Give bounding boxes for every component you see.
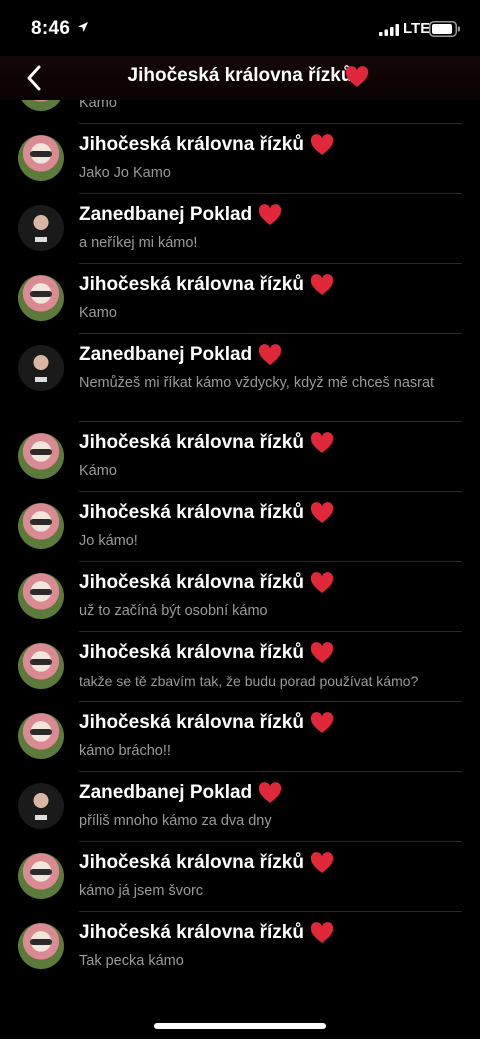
message-row[interactable]: Jihočeská královna řízků Jo kámo!: [0, 492, 480, 562]
battery-icon: [429, 21, 460, 37]
conversation-title-text: Jihočeská královna řízků: [127, 65, 353, 86]
sender-line: Jihočeská královna řízků: [79, 274, 334, 296]
heart-icon: [310, 712, 334, 733]
sender-line: Zanedbanej Poklad: [79, 204, 282, 226]
avatar[interactable]: [18, 503, 64, 549]
message-text: a neříkej mi kámo!: [79, 235, 198, 251]
avatar[interactable]: [18, 853, 64, 899]
message-text: Jo kámo!: [79, 533, 138, 549]
message-row[interactable]: Zanedbanej Poklad a neříkej mi kámo!: [0, 194, 480, 264]
avatar-detail: [35, 815, 47, 820]
avatar-detail: [30, 291, 52, 297]
network-type: LTE: [403, 20, 431, 37]
sender-name: Jihočeská královna řízků: [79, 642, 304, 663]
avatar[interactable]: [18, 433, 64, 479]
sender-name: Jihočeská královna řízků: [79, 922, 304, 943]
avatar[interactable]: [18, 345, 64, 391]
avatar-detail: [35, 377, 47, 382]
sender-name: Jihočeská královna řízků: [79, 134, 304, 155]
avatar-detail: [30, 729, 52, 735]
message-text: Kamo: [79, 305, 117, 321]
sender-name: Jihočeská královna řízků: [79, 432, 304, 453]
avatar[interactable]: [18, 573, 64, 619]
message-row[interactable]: Jihočeská královna řízků Kamo: [0, 264, 480, 334]
message-row[interactable]: Zanedbanej Poklad Nemůžeš mi říkat kámo v…: [0, 334, 480, 422]
message-text: příliš mnoho kámo za dva dny: [79, 813, 272, 829]
heart-icon: [310, 502, 334, 523]
heart-icon: [259, 344, 282, 365]
message-text: Kamo: [79, 100, 117, 111]
avatar[interactable]: [18, 275, 64, 321]
message-text: Tak pecka kámo: [79, 953, 184, 969]
sender-name: Zanedbanej Poklad: [79, 782, 253, 803]
sender-line: Jihočeská královna řízků: [79, 852, 334, 874]
sender-name: Zanedbanej Poklad: [79, 344, 253, 365]
message-row[interactable]: Jihočeská královna řízků takže se tě zbav…: [0, 632, 480, 702]
conversation-title: Jihočeská královna řízků: [0, 65, 480, 87]
avatar[interactable]: [18, 713, 64, 759]
sender-name: Zanedbanej Poklad: [79, 204, 253, 225]
sender-line: Jihočeská královna řízků: [79, 432, 334, 454]
avatar[interactable]: [18, 783, 64, 829]
message-text: Nemůžeš mi říkat kámo vždycky, když mě c…: [79, 375, 435, 391]
sender-name: Jihočeská královna řízků: [79, 852, 304, 873]
avatar[interactable]: [18, 643, 64, 689]
heart-icon: [310, 852, 334, 873]
avatar-detail: [35, 237, 47, 242]
message-text: kámo já jsem švorc: [79, 883, 204, 899]
message-row[interactable]: Zanedbanej Poklad příliš mnoho kámo za dv…: [0, 772, 480, 842]
message-row[interactable]: Jihočeská královna řízků kámo já jsem švo…: [0, 842, 480, 912]
heart-icon: [310, 134, 334, 155]
avatar[interactable]: [18, 100, 64, 111]
status-time: 8:46: [31, 18, 71, 39]
message-text: Jako Jo Kamo: [79, 165, 171, 181]
message-row[interactable]: Jihočeská královna řízků Kámo: [0, 422, 480, 492]
message-row[interactable]: Jihočeská královna řízků Jako Jo Kamo: [0, 124, 480, 194]
avatar-detail: [30, 869, 52, 875]
heart-icon: [310, 432, 334, 453]
message-row[interactable]: Jihočeská královna řízků Tak pecka kámo: [0, 912, 480, 982]
avatar-detail: [30, 939, 52, 945]
sender-line: Jihočeská královna řízků: [79, 502, 334, 524]
avatar-detail: [30, 449, 52, 455]
message-row[interactable]: Jihočeská královna řízkůKamo: [0, 100, 480, 124]
sender-line: Jihočeská královna řízků: [79, 712, 334, 734]
heart-icon: [310, 642, 334, 663]
message-text: takže se tě zbavím tak, že budu porad po…: [79, 673, 419, 689]
sender-line: Jihočeská královna řízků: [79, 922, 334, 944]
location-arrow-icon: [78, 22, 88, 32]
heart-icon: [310, 572, 334, 593]
navigation-bar: Jihočeská královna řízků: [0, 56, 480, 100]
avatar-detail: [30, 589, 52, 595]
avatar-detail: [30, 151, 52, 157]
sender-name: Jihočeská královna řízků: [79, 274, 304, 295]
message-text: už to začíná být osobní kámo: [79, 603, 268, 619]
heart-icon: [259, 204, 282, 225]
avatar-detail: [30, 659, 52, 665]
sender-name: Jihočeská královna řízků: [79, 502, 304, 523]
message-text: Kámo: [79, 463, 117, 479]
sender-name: Jihočeská královna řízků: [79, 712, 304, 733]
message-row[interactable]: Jihočeská královna řízků už to začíná být…: [0, 562, 480, 632]
sender-line: Zanedbanej Poklad: [79, 344, 282, 366]
avatar[interactable]: [18, 205, 64, 251]
status-bar: 8:46 LTE: [0, 0, 480, 56]
sender-line: Jihočeská královna řízků: [79, 134, 334, 156]
message-text: kámo brácho!!: [79, 743, 171, 759]
avatar[interactable]: [18, 923, 64, 969]
heart-icon: [259, 782, 282, 803]
message-list[interactable]: Jihočeská královna řízků Kamo Jihočeská kr…: [0, 100, 480, 1000]
cellular-signal-icon: [379, 24, 399, 36]
message-row[interactable]: Jihočeská královna řízků kámo brácho!!: [0, 702, 480, 772]
home-indicator: [154, 1023, 326, 1029]
avatar-detail: [30, 519, 52, 525]
sender-line: Jihočeská královna řízků: [79, 572, 334, 594]
heart-icon: [310, 274, 334, 295]
sender-line: Zanedbanej Poklad: [79, 782, 282, 804]
sender-line: Jihočeská královna řízků: [79, 642, 334, 664]
heart-icon: [310, 922, 334, 943]
sender-name: Jihočeská královna řízků: [79, 572, 304, 593]
avatar[interactable]: [18, 135, 64, 181]
heart-icon: [345, 66, 369, 87]
